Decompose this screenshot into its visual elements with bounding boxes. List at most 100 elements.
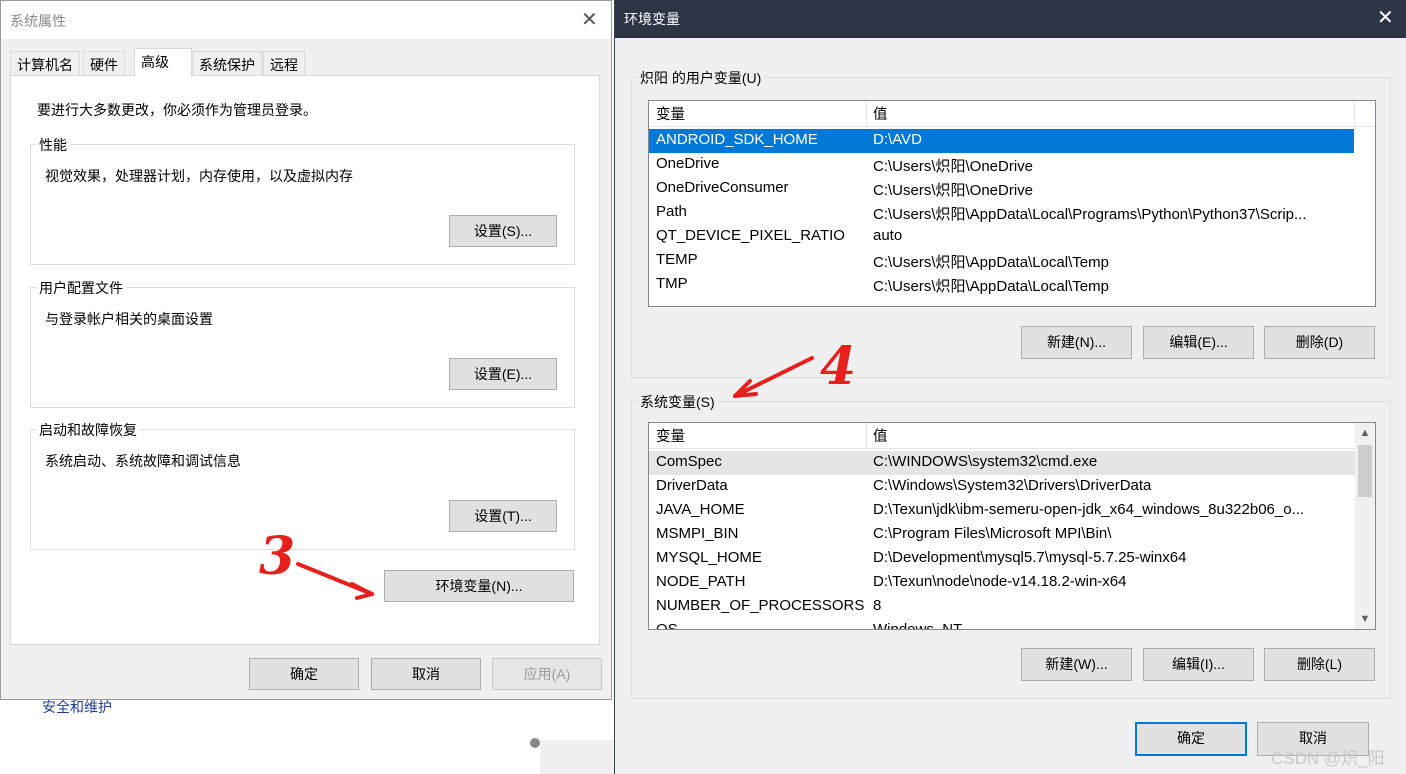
table-row[interactable]: TEMP C:\Users\炽阳\AppData\Local\Temp	[649, 249, 1375, 273]
tab-advanced[interactable]: 高级	[134, 48, 192, 77]
vertical-scrollbar[interactable]: ▲ ▼	[1355, 423, 1375, 629]
variable-value: C:\Users\炽阳\AppData\Local\Programs\Pytho…	[873, 206, 1307, 223]
performance-legend: 性能	[36, 135, 70, 155]
variable-name: ComSpec	[656, 453, 722, 470]
table-row[interactable]: TMP C:\Users\炽阳\AppData\Local\Temp	[649, 273, 1375, 297]
variable-name: OS	[656, 621, 678, 630]
performance-description: 视觉效果，处理器计划，内存使用，以及虚拟内存	[45, 168, 353, 184]
tab-remote[interactable]: 远程	[263, 51, 305, 75]
table-row[interactable]: OS Windows_NT	[649, 619, 1355, 630]
variable-name: TEMP	[656, 251, 698, 268]
variable-name: TMP	[656, 275, 688, 292]
cancel-button[interactable]: 取消	[371, 658, 481, 690]
variable-value: D:\Texun\node\node-v14.18.2-win-x64	[873, 573, 1127, 590]
column-header-variable[interactable]: 变量	[649, 423, 866, 449]
environment-variables-title: 环境变量	[624, 11, 680, 27]
performance-settings-button[interactable]: 设置(S)...	[449, 215, 557, 247]
close-icon[interactable]: ✕	[581, 7, 598, 32]
column-header-value[interactable]: 值	[866, 423, 1354, 449]
system-new-button[interactable]: 新建(W)...	[1021, 648, 1132, 681]
background-panel	[540, 740, 614, 774]
startup-recovery-settings-button[interactable]: 设置(T)...	[449, 500, 557, 532]
column-header-value[interactable]: 值	[866, 101, 1354, 127]
background-partial-link: 安全和维护	[42, 699, 112, 715]
variable-value: Windows_NT	[873, 621, 963, 630]
tab-hardware[interactable]: 硬件	[83, 51, 125, 75]
startup-recovery-legend: 启动和故障恢复	[36, 420, 140, 440]
user-new-button[interactable]: 新建(N)...	[1021, 326, 1132, 359]
scroll-up-icon[interactable]: ▲	[1355, 423, 1375, 443]
user-delete-button[interactable]: 删除(D)	[1264, 326, 1375, 359]
variable-value: C:\WINDOWS\system32\cmd.exe	[873, 453, 1098, 470]
variable-value: C:\Windows\System32\Drivers\DriverData	[873, 477, 1152, 494]
variable-value: C:\Users\炽阳\OneDrive	[873, 182, 1034, 199]
table-row[interactable]: ANDROID_SDK_HOME D:\AVD	[649, 129, 1354, 153]
system-properties-dialog: 系统属性 ✕ 计算机名 硬件 高级 系统保护 远程 要进行大多数更改，你必须作为…	[0, 0, 612, 700]
user-profiles-settings-button[interactable]: 设置(E)...	[449, 358, 557, 390]
variable-name: MYSQL_HOME	[656, 549, 762, 566]
scroll-down-icon[interactable]: ▼	[1355, 609, 1375, 629]
variable-value: D:\Texun\jdk\ibm-semeru-open-jdk_x64_win…	[873, 501, 1305, 518]
table-row[interactable]: MYSQL_HOME D:\Development\mysql5.7\mysql…	[649, 547, 1355, 571]
user-edit-button[interactable]: 编辑(E)...	[1143, 326, 1254, 359]
environment-variables-button[interactable]: 环境变量(N)...	[384, 570, 574, 602]
list-header: 变量 值	[649, 423, 1355, 449]
startup-recovery-description: 系统启动、系统故障和调试信息	[45, 453, 241, 469]
column-header-variable[interactable]: 变量	[649, 101, 866, 127]
close-icon[interactable]: ✕	[1377, 5, 1394, 30]
variable-name: ANDROID_SDK_HOME	[656, 131, 818, 148]
user-variables-legend: 炽阳 的用户变量(U)	[637, 68, 765, 88]
variable-value: 8	[873, 597, 882, 614]
system-edit-button[interactable]: 编辑(I)...	[1143, 648, 1254, 681]
variable-value: C:\Program Files\Microsoft MPI\Bin\	[873, 525, 1112, 542]
scroll-thumb[interactable]	[1358, 445, 1372, 497]
table-row[interactable]: NODE_PATH D:\Texun\node\node-v14.18.2-wi…	[649, 571, 1355, 595]
variable-value: D:\AVD	[873, 131, 922, 148]
variable-name: DriverData	[656, 477, 728, 494]
table-row[interactable]: JAVA_HOME D:\Texun\jdk\ibm-semeru-open-j…	[649, 499, 1355, 523]
variable-name: OneDrive	[656, 155, 720, 172]
table-row[interactable]: QT_DEVICE_PIXEL_RATIO auto	[649, 225, 1375, 249]
variable-name: JAVA_HOME	[656, 501, 745, 518]
variable-value: auto	[873, 227, 903, 244]
table-row[interactable]: OneDrive C:\Users\炽阳\OneDrive	[649, 153, 1375, 177]
variable-value: C:\Users\炽阳\OneDrive	[873, 158, 1034, 175]
tab-computer-name[interactable]: 计算机名	[10, 51, 80, 75]
ok-button[interactable]: 确定	[249, 658, 359, 690]
environment-variables-dialog: 环境变量 ✕ 炽阳 的用户变量(U) 变量 值 ANDROID_SDK_HOME…	[614, 0, 1406, 774]
annotation-step-4: 4	[820, 336, 857, 397]
table-row[interactable]: MSMPI_BIN C:\Program Files\Microsoft MPI…	[649, 523, 1355, 547]
variable-value: C:\Users\炽阳\AppData\Local\Temp	[873, 278, 1109, 295]
system-delete-button[interactable]: 删除(L)	[1264, 648, 1375, 681]
variable-value: C:\Users\炽阳\AppData\Local\Temp	[873, 254, 1109, 271]
table-row[interactable]: ComSpec C:\WINDOWS\system32\cmd.exe	[649, 451, 1355, 475]
variable-name: QT_DEVICE_PIXEL_RATIO	[656, 227, 845, 244]
system-properties-titlebar[interactable]: 系统属性 ✕	[1, 1, 611, 39]
admin-note: 要进行大多数更改，你必须作为管理员登录。	[37, 102, 317, 118]
table-row[interactable]: OneDriveConsumer C:\Users\炽阳\OneDrive	[649, 177, 1375, 201]
list-header: 变量 值	[649, 101, 1375, 127]
background-scroll-dot	[530, 738, 540, 748]
annotation-step-3: 3	[259, 526, 296, 587]
user-variables-list[interactable]: 变量 值 ANDROID_SDK_HOME D:\AVD OneDrive C:…	[648, 100, 1376, 307]
variable-name: NUMBER_OF_PROCESSORS	[656, 597, 865, 614]
user-profiles-description: 与登录帐户相关的桌面设置	[45, 311, 213, 327]
tab-system-protection[interactable]: 系统保护	[192, 51, 262, 75]
table-row[interactable]: DriverData C:\Windows\System32\Drivers\D…	[649, 475, 1355, 499]
table-row[interactable]: Path C:\Users\炽阳\AppData\Local\Programs\…	[649, 201, 1375, 225]
system-variables-list[interactable]: 变量 值 ComSpec C:\WINDOWS\system32\cmd.exe…	[648, 422, 1376, 630]
watermark: CSDN @炽_阳	[1271, 749, 1385, 768]
environment-variables-titlebar[interactable]: 环境变量 ✕	[615, 0, 1406, 38]
variable-name: OneDriveConsumer	[656, 179, 789, 196]
variable-name: NODE_PATH	[656, 573, 746, 590]
variable-name: Path	[656, 203, 687, 220]
env-ok-button[interactable]: 确定	[1135, 722, 1247, 756]
user-profiles-legend: 用户配置文件	[36, 278, 126, 298]
system-properties-title: 系统属性	[10, 13, 66, 29]
column-divider[interactable]	[1354, 101, 1355, 127]
system-variables-legend: 系统变量(S)	[637, 392, 718, 412]
table-row[interactable]: NUMBER_OF_PROCESSORS 8	[649, 595, 1355, 619]
advanced-tab-panel: 要进行大多数更改，你必须作为管理员登录。 性能 视觉效果，处理器计划，内存使用，…	[10, 75, 600, 645]
variable-value: D:\Development\mysql5.7\mysql-5.7.25-win…	[873, 549, 1187, 566]
apply-button[interactable]: 应用(A)	[492, 658, 602, 690]
